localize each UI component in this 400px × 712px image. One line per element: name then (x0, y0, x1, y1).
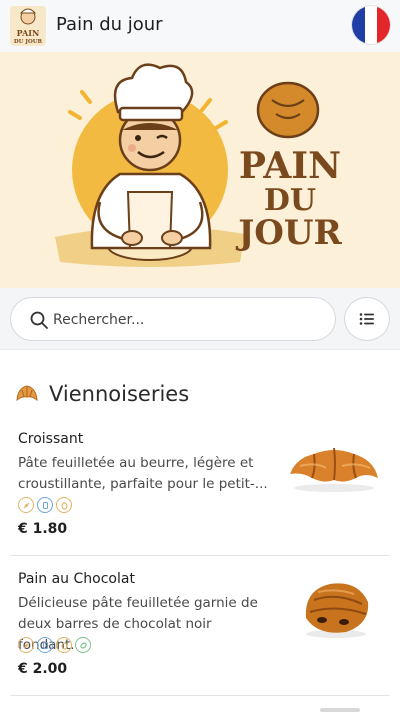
milk-icon (37, 637, 53, 653)
france-flag-icon[interactable] (352, 6, 390, 44)
croissant-photo[interactable] (286, 444, 382, 494)
allergen-list (18, 497, 72, 513)
pain-au-chocolat-photo[interactable] (300, 578, 372, 640)
search-bar (0, 288, 400, 350)
divider (10, 695, 390, 696)
category-title: Viennoiseries (49, 382, 190, 406)
app-title: Pain du jour (56, 14, 163, 35)
croissant-icon (16, 385, 38, 402)
svg-text:JOUR: JOUR (235, 213, 342, 253)
list-icon (359, 313, 374, 325)
egg-icon (56, 497, 72, 513)
brand-logo[interactable]: PAIN DU JOUR (10, 6, 46, 46)
svg-text:DU JOUR: DU JOUR (14, 39, 43, 45)
soy-icon (75, 637, 91, 653)
product-price: € 2.00 (18, 661, 68, 677)
gluten-icon (18, 497, 34, 513)
gluten-icon (18, 637, 34, 653)
divider (10, 555, 390, 556)
svg-text:PAIN: PAIN (239, 145, 341, 187)
product-card[interactable]: Pain au Chocolat Délicieuse pâte feuille… (0, 560, 400, 696)
next-product-peek (320, 708, 360, 712)
product-card[interactable]: Croissant Pâte feuilletée au beurre, lég… (0, 420, 400, 556)
search-field[interactable] (10, 297, 336, 341)
product-name: Croissant (18, 431, 84, 447)
svg-text:PAIN: PAIN (17, 28, 40, 38)
list-view-button[interactable] (344, 297, 390, 341)
product-description: Pâte feuilletée au beurre, légère et cro… (18, 455, 268, 492)
allergen-list (18, 637, 91, 653)
search-icon (30, 311, 48, 329)
category-header: Viennoiseries (0, 370, 400, 420)
app-header: PAIN DU JOUR Pain du jour (0, 0, 400, 52)
search-input[interactable] (53, 308, 323, 332)
product-price: € 1.80 (18, 521, 68, 537)
hero-banner: PAIN DU JOUR (0, 52, 400, 288)
egg-icon (56, 637, 72, 653)
baker-illustration: PAIN DU JOUR (55, 63, 343, 267)
milk-icon (37, 497, 53, 513)
product-name: Pain au Chocolat (18, 571, 135, 587)
